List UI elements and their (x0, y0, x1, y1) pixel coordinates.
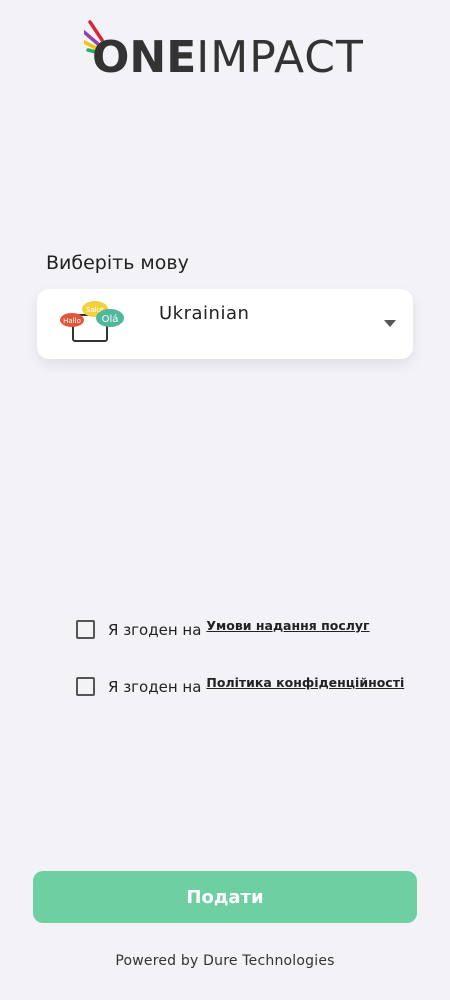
terms-of-service-link[interactable]: Умови надання послуг (206, 618, 369, 633)
oneimpact-logo: ONE IMPACT (84, 20, 363, 82)
powered-by-footer: Powered by Dure Technologies (115, 953, 335, 969)
privacy-agreement-text: Я згоден на (108, 678, 202, 696)
bubble-hallo-text: Hallo (63, 317, 81, 325)
logo-text-impact: IMPACT (196, 32, 364, 83)
language-label: Виберіть мову (46, 252, 189, 274)
language-bubbles-icon: Salut Hallo Olá (60, 301, 124, 342)
privacy-agreement-row: Я згоден на Політика конфіденційності (76, 675, 404, 696)
logo-wordmark: ONE IMPACT (92, 36, 364, 80)
submit-button[interactable]: Подати (33, 871, 417, 923)
privacy-checkbox[interactable] (76, 677, 95, 696)
bubble-ola-text: Olá (102, 313, 119, 325)
selected-language: Ukrainian (159, 303, 250, 324)
terms-checkbox[interactable] (76, 620, 95, 639)
terms-agreement-row: Я згоден на Умови надання послуг (76, 618, 370, 639)
language-dropdown[interactable]: Salut Hallo Olá Ukrainian (37, 289, 413, 359)
chevron-down-icon (384, 320, 396, 327)
logo-text-one: ONE (92, 32, 197, 83)
terms-agreement-text: Я згоден на (108, 621, 202, 639)
privacy-policy-link[interactable]: Політика конфіденційності (206, 675, 404, 690)
